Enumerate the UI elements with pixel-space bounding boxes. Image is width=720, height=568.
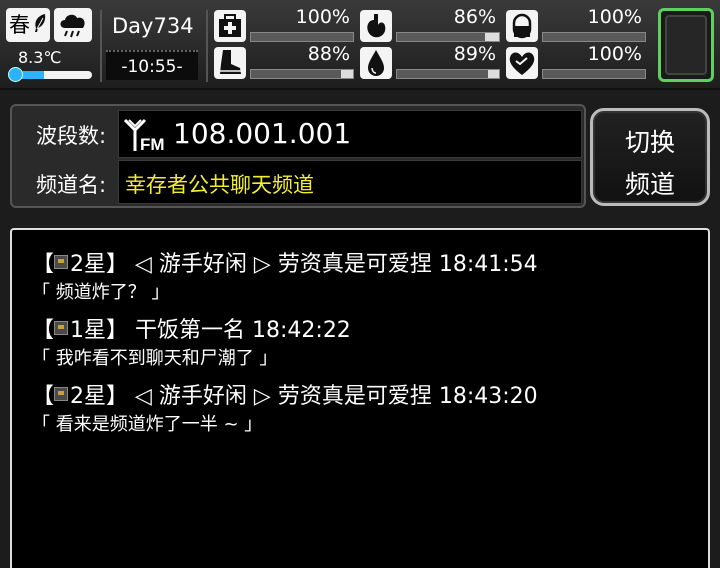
leaf-icon: [35, 14, 46, 32]
channel-name: 幸存者公共聊天频道: [125, 173, 314, 197]
mood-value: 100%: [587, 43, 642, 65]
status-bar: 春 8.3℃ Day734 -10:55- 100% 86% 100% 88% …: [0, 0, 720, 90]
stat-health: 100%: [214, 6, 354, 44]
game-clock: -10:55-: [106, 50, 198, 80]
boot-icon: [214, 47, 246, 79]
heart-icon: [506, 47, 538, 79]
health-bar: [250, 32, 354, 42]
message-body: 「 我咋看不到聊天和尸潮了 」: [32, 348, 278, 369]
thirst-value: 89%: [453, 43, 496, 65]
frequency-value: 108.001.001: [173, 117, 352, 150]
temperature-value: 8.3℃: [18, 48, 62, 67]
stat-thirst: 89%: [360, 43, 500, 81]
thermometer-icon: [8, 67, 23, 82]
channel-label: 频道名:: [36, 173, 107, 197]
stamina-bar: [250, 69, 354, 79]
season-label: 春: [9, 13, 30, 37]
weather-indicator: [54, 8, 92, 42]
switch-button-line1: 切换: [624, 128, 675, 157]
chat-message: 【1星】 干饭第一名 18:42:22 「 我咋看不到聊天和尸潮了 」: [32, 316, 351, 372]
rain-cloud-icon: [60, 14, 85, 38]
season-indicator: 春: [6, 8, 50, 42]
pill-icon: [506, 10, 538, 42]
stamina-value: 88%: [307, 43, 350, 65]
mood-bar: [542, 69, 646, 79]
medicine-bar: [542, 32, 646, 42]
medicine-value: 100%: [587, 6, 642, 28]
stomach-icon: [360, 10, 392, 42]
channel-display: 幸存者公共聊天频道: [118, 160, 582, 204]
medkit-icon: [214, 10, 246, 42]
chat-message: 【2星】 ◁ 游手好闲 ▷ 劳资真是可爱捏 18:41:54 「 频道炸了？ 」: [32, 250, 538, 306]
message-body: 「 看来是频道炸了一半 ~ 」: [32, 414, 263, 435]
rank-badge-icon: [54, 255, 69, 269]
day-counter: Day734: [112, 14, 194, 38]
temperature-gauge: 8.3℃: [6, 48, 92, 84]
chat-message: 【2星】 ◁ 游手好闲 ▷ 劳资真是可爱捏 18:43:20 「 看来是频道炸了…: [32, 382, 538, 438]
stat-mood: 100%: [506, 43, 646, 81]
water-drop-icon: [360, 47, 392, 79]
thirst-bar: [396, 69, 500, 79]
stat-hunger: 86%: [360, 6, 500, 44]
message-body: 「 频道炸了？ 」: [32, 282, 170, 303]
radio-panel: 波段数: FM 108.001.001 频道名: 幸存者公共聊天频道: [10, 104, 586, 208]
message-header: 【1星】 干饭第一名 18:42:22: [32, 318, 351, 343]
svg-text:FM: FM: [140, 135, 165, 153]
stat-medicine: 100%: [506, 6, 646, 44]
chat-log[interactable]: 【2星】 ◁ 游手好闲 ▷ 劳资真是可爱捏 18:41:54 「 频道炸了？ 」…: [10, 228, 710, 568]
stat-stamina: 88%: [214, 43, 354, 81]
fm-antenna-icon: FM: [123, 118, 165, 153]
band-label: 波段数:: [36, 124, 107, 148]
switch-channel-button[interactable]: 切换 频道: [590, 108, 710, 206]
equipment-slot[interactable]: [658, 8, 714, 82]
hunger-value: 86%: [453, 6, 496, 28]
frequency-display: FM 108.001.001: [118, 110, 582, 158]
message-header: 【2星】 ◁ 游手好闲 ▷ 劳资真是可爱捏 18:43:20: [32, 384, 538, 409]
temperature-bar: [18, 71, 92, 79]
rank-badge-icon: [54, 321, 69, 335]
rank-badge-icon: [54, 387, 69, 401]
switch-button-line2: 频道: [624, 170, 675, 199]
hunger-bar: [396, 32, 500, 42]
message-header: 【2星】 ◁ 游手好闲 ▷ 劳资真是可爱捏 18:41:54: [32, 252, 538, 277]
health-value: 100%: [295, 6, 350, 28]
